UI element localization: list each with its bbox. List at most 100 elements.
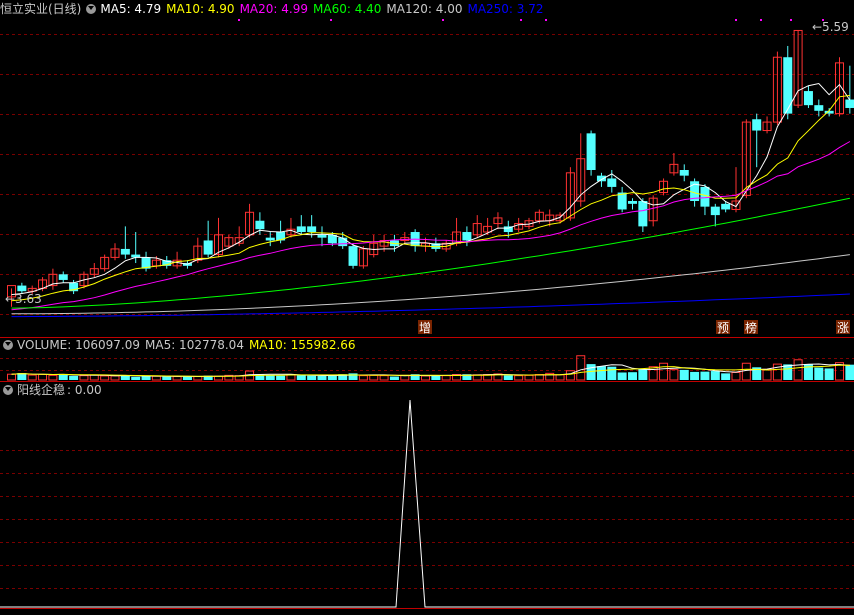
candle-down bbox=[317, 234, 327, 238]
signal-dot bbox=[545, 19, 547, 21]
volume-bar-down bbox=[307, 375, 317, 380]
candle-down bbox=[307, 226, 317, 233]
high-price-label: ←5.59 bbox=[812, 20, 849, 34]
stock-name: 恒立实业(日线) bbox=[0, 2, 82, 16]
volume-bar-up bbox=[793, 359, 803, 381]
volume-bar-down bbox=[617, 372, 627, 380]
volume-bar-down bbox=[638, 369, 648, 380]
volume-bar-down bbox=[783, 364, 793, 380]
event-marker-label: 涨 bbox=[837, 320, 849, 335]
volume-bar-down bbox=[276, 375, 286, 380]
signal-dot bbox=[238, 19, 240, 21]
volume-bar-down bbox=[431, 375, 441, 380]
volume-label: VOLUME: 106097.09 bbox=[17, 338, 140, 352]
volume-bar-up bbox=[576, 355, 586, 381]
ma60-label: MA60: 4.40 bbox=[313, 2, 382, 16]
event-marker-label: 预 bbox=[717, 321, 729, 335]
candle-down bbox=[752, 119, 762, 131]
candle-down bbox=[721, 203, 731, 210]
volume-bar-down bbox=[607, 366, 617, 380]
volume-bar-down bbox=[824, 368, 834, 380]
volume-bar-up bbox=[555, 374, 565, 381]
signal-dot bbox=[790, 19, 792, 21]
event-marker-label: 增 bbox=[419, 321, 431, 335]
event-marker-label: 榜 bbox=[745, 320, 757, 335]
volume-bar-up bbox=[741, 362, 751, 381]
volume-ma10-label: MA10: 155982.66 bbox=[248, 338, 356, 352]
low-price-label: ←3.63 bbox=[5, 292, 42, 306]
candle-down bbox=[348, 246, 358, 266]
volume-bar-down bbox=[162, 376, 172, 380]
ma10-label: MA10: 4.90 bbox=[166, 2, 235, 16]
ma250-label: MA250: 3.72 bbox=[467, 2, 544, 16]
volume-bar-up bbox=[89, 374, 99, 381]
candle-down bbox=[338, 237, 348, 247]
volume-bar-up bbox=[648, 366, 658, 381]
ma60-line bbox=[11, 197, 851, 309]
volume-bar-down bbox=[628, 372, 637, 380]
volume-bar-down bbox=[327, 375, 337, 380]
candle-down bbox=[679, 170, 689, 176]
candle-down bbox=[628, 201, 637, 204]
volume-panel-header: VOLUME: 106097.09 MA5: 102778.04 MA10: 155… bbox=[0, 336, 361, 354]
dropdown-icon[interactable] bbox=[86, 4, 97, 14]
ma5-label: MA5: 4.79 bbox=[100, 2, 162, 16]
dropdown-icon[interactable] bbox=[3, 385, 13, 395]
volume-bar-down bbox=[710, 371, 720, 380]
candle-down bbox=[120, 248, 130, 255]
volume-bar-up bbox=[286, 374, 296, 381]
signal-dot bbox=[442, 19, 444, 21]
volume-bar-up bbox=[369, 374, 379, 381]
volume-bar-up bbox=[38, 374, 48, 381]
indicator-panel-header: 阳线企稳: 0.00 bbox=[0, 381, 107, 399]
volume-bar-down bbox=[131, 376, 141, 380]
candle-down bbox=[255, 220, 265, 230]
volume-bar-up bbox=[514, 375, 524, 381]
volume-bar-down bbox=[348, 373, 358, 380]
candle-down bbox=[607, 178, 617, 187]
volume-bar-up bbox=[79, 375, 89, 381]
signal-dot bbox=[520, 19, 522, 21]
volume-bar-down bbox=[141, 375, 151, 380]
volume-bar-down bbox=[721, 373, 731, 380]
candle-down bbox=[710, 206, 720, 216]
candle-down bbox=[783, 57, 793, 114]
volume-bar-up bbox=[27, 374, 37, 381]
ma20-label: MA20: 4.99 bbox=[239, 2, 308, 16]
volume-bar-down bbox=[596, 366, 606, 380]
indicator-value: : 0.00 bbox=[67, 383, 102, 397]
volume-bar-down bbox=[814, 367, 824, 380]
candle-down bbox=[803, 91, 813, 106]
volume-bar-down bbox=[389, 376, 399, 380]
signal-dot bbox=[330, 19, 332, 21]
ma250-line bbox=[11, 293, 850, 318]
ma5-line bbox=[11, 82, 851, 296]
volume-bar-up bbox=[151, 375, 161, 381]
signal-dot bbox=[760, 19, 762, 21]
indicator-name: 阳线企稳 bbox=[17, 383, 66, 397]
volume-bar-up bbox=[358, 375, 368, 381]
volume-bar-down bbox=[182, 376, 192, 380]
volume-bar-up bbox=[379, 375, 389, 381]
volume-bar-up bbox=[48, 374, 58, 381]
volume-bar-up bbox=[565, 370, 575, 381]
candle-down bbox=[462, 232, 472, 241]
candle-down bbox=[700, 186, 710, 207]
volume-bar-up bbox=[659, 362, 669, 381]
candle-down bbox=[596, 175, 606, 182]
volume-bar-up bbox=[441, 375, 451, 381]
ma120-line bbox=[11, 254, 850, 315]
candle-down bbox=[58, 274, 68, 280]
dropdown-icon[interactable] bbox=[3, 340, 13, 350]
volume-bar-down bbox=[700, 371, 710, 380]
signal-dot bbox=[735, 19, 737, 21]
candle-down bbox=[296, 226, 306, 233]
candle-down bbox=[586, 133, 596, 170]
volume-bar-up bbox=[669, 369, 679, 381]
volume-bar-down bbox=[69, 375, 79, 380]
volume-bar-up bbox=[193, 376, 203, 381]
volume-bar-down bbox=[317, 375, 327, 380]
candle-down bbox=[265, 237, 275, 241]
volume-bar-up bbox=[100, 375, 110, 381]
volume-bar-down bbox=[679, 369, 689, 380]
